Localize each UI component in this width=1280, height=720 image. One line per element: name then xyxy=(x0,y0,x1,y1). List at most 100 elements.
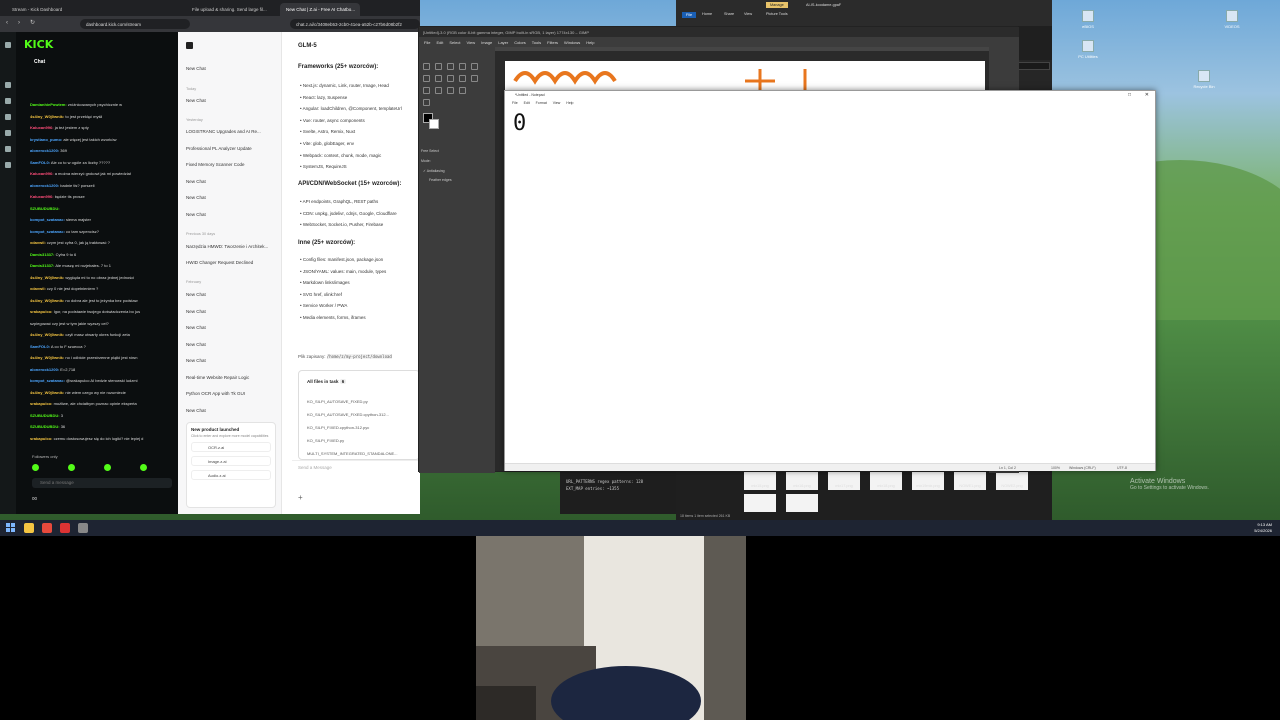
zai-message-box[interactable]: Send a Message + xyxy=(292,460,420,510)
start-button[interactable] xyxy=(6,523,16,533)
nav-icon[interactable] xyxy=(5,162,11,168)
browser-tab[interactable]: File upload & sharing. Send large fil... xyxy=(186,3,278,16)
nav-icon[interactable] xyxy=(5,82,11,88)
bucket-tool-icon[interactable] xyxy=(447,75,454,82)
sidebar-chat-item[interactable]: New Chat xyxy=(186,98,206,103)
zoom-tool-icon[interactable] xyxy=(423,99,430,106)
transform-tool-icon[interactable] xyxy=(423,75,430,82)
chat-username[interactable]: SZUBUDUBDU: xyxy=(30,413,60,418)
sidebar-chat-item[interactable]: Python OCR App with Tk GUI xyxy=(186,391,245,396)
chat-username[interactable]: 4s4iny_W0j0wnik: xyxy=(30,390,64,395)
sidebar-chat-item[interactable]: New Chat xyxy=(186,292,206,297)
nav-icon[interactable] xyxy=(5,114,11,120)
chat-username[interactable]: kompot_szatanac: xyxy=(30,217,65,222)
chat-username[interactable]: SZUBUDUBDU: xyxy=(30,424,60,429)
sidebar-chat-item[interactable]: Fixed Memory Scanner Code xyxy=(186,162,245,167)
product-link[interactable]: Audio.z.ai xyxy=(191,470,271,480)
browser-tab-active[interactable]: New Chat | Z.ai - Free AI Chatbo... xyxy=(280,3,360,16)
model-selector[interactable]: GLM-5 xyxy=(298,43,317,49)
message-input[interactable]: Send a Message xyxy=(298,465,332,470)
sidebar-chat-item[interactable]: HWID Changer Request Declined xyxy=(186,260,253,265)
sidebar-chat-item[interactable]: New Chat xyxy=(186,342,206,347)
chat-username[interactable]: SamFOL0: xyxy=(30,160,50,165)
chat-username[interactable]: kompot_szatanac: xyxy=(30,378,65,383)
ribbon-tab-view[interactable]: View xyxy=(744,12,752,16)
forward-icon[interactable]: › xyxy=(18,20,20,26)
chat-username[interactable]: srakapulco: xyxy=(30,309,52,314)
path-tool-icon[interactable] xyxy=(447,87,454,94)
chat-username[interactable]: Damis31337: xyxy=(30,263,54,268)
crop-tool-icon[interactable] xyxy=(471,63,478,70)
chat-username[interactable]: srakapulco: xyxy=(30,436,52,441)
gimp-menu-item[interactable]: Edit xyxy=(436,40,443,45)
text-tool-icon[interactable] xyxy=(459,87,466,94)
sidebar-chat-item[interactable]: Narzędzia HMWD: Tworzenie i Architek... xyxy=(186,244,268,249)
chat-username[interactable]: alonerock1200: xyxy=(30,367,59,372)
close-icon[interactable]: ✕ xyxy=(1145,92,1149,98)
gimp-menu-item[interactable]: View xyxy=(466,40,475,45)
chat-username[interactable]: alonerock1200: xyxy=(30,183,59,188)
clone-tool-icon[interactable] xyxy=(423,87,430,94)
ribbon-tab-home[interactable]: Home xyxy=(702,12,712,16)
gimp-menu-item[interactable]: Help xyxy=(586,40,594,45)
sidebar-chat-item[interactable]: New Chat xyxy=(186,195,206,200)
chat-username[interactable]: srakapulco: xyxy=(30,401,52,406)
brave-taskbar-icon[interactable] xyxy=(42,523,52,533)
sidebar-chat-item[interactable]: Real-time Website Repair Logic xyxy=(186,375,249,380)
system-clock[interactable]: 9:13 AM 5/24/2026 xyxy=(1254,522,1272,534)
desktop-icon[interactable]: eBIOS xyxy=(1076,10,1100,29)
chat-username[interactable]: SZUBUDUBDU: xyxy=(30,206,60,211)
select-tool-icon[interactable] xyxy=(435,63,442,70)
chrome-taskbar-icon[interactable] xyxy=(60,523,70,533)
app-taskbar-icon[interactable] xyxy=(78,523,88,533)
chat-username[interactable]: Damis31337: xyxy=(30,252,54,257)
eraser-icon[interactable] xyxy=(471,75,478,82)
notepad-menu-item[interactable]: View xyxy=(553,101,561,105)
file-explorer-taskbar-icon[interactable] xyxy=(24,523,34,533)
gimp-menu-item[interactable]: Colors xyxy=(514,40,526,45)
ribbon-tab-picture-tools[interactable]: Picture Tools xyxy=(766,12,788,16)
desktop-icon[interactable]: Recycle Bin xyxy=(1192,70,1216,89)
chat-username[interactable]: SamFOL0: xyxy=(30,344,50,349)
antialiasing-option[interactable]: ✓ Antialiasing xyxy=(423,169,445,173)
address-bar[interactable]: dashboard.kick.com/stream xyxy=(80,19,190,29)
nav-icon[interactable] xyxy=(5,146,11,152)
maximize-icon[interactable]: □ xyxy=(1128,92,1131,98)
thumbnail[interactable] xyxy=(786,494,818,512)
thumbnail[interactable] xyxy=(744,494,776,512)
gimp-menu-item[interactable]: Filters xyxy=(547,40,558,45)
reload-icon[interactable]: ↻ xyxy=(30,19,35,26)
sidebar-chat-item[interactable]: New Chat xyxy=(186,408,206,413)
paintbrush-icon[interactable] xyxy=(459,75,466,82)
product-launch-card[interactable]: New product launched Click to enter and … xyxy=(186,422,276,508)
fuzzy-select-icon[interactable] xyxy=(459,63,466,70)
menu-icon[interactable] xyxy=(5,42,11,48)
task-file[interactable]: KO_SILPI_FIXED.py xyxy=(307,438,344,443)
desktop-icon[interactable]: PC Utilities xyxy=(1076,40,1100,59)
notepad-menu-item[interactable]: File xyxy=(512,101,518,105)
emote-icon[interactable] xyxy=(104,464,111,471)
product-link[interactable]: OCR.z.ai xyxy=(191,442,271,452)
chat-username[interactable]: DamianhiePowiem: xyxy=(30,102,67,107)
sidebar-chat-item[interactable]: LOGISTRANC Upgrades and AI Re... xyxy=(186,129,261,134)
chat-username[interactable]: 4s4iny_W0j0wnik: xyxy=(30,275,64,280)
nav-icon[interactable] xyxy=(5,130,11,136)
task-file[interactable]: MULTI_SYSTEM_INTEGRATED_STANDALONE... xyxy=(307,451,397,456)
browser-tab[interactable]: Stream - Kick Dashboard xyxy=(6,3,88,16)
chat-username[interactable]: Kaluxan996: xyxy=(30,125,54,130)
gimp-menu-item[interactable]: Windows xyxy=(564,40,580,45)
emote-icon[interactable] xyxy=(32,464,39,471)
sidebar-chat-item[interactable]: New Chat xyxy=(186,179,206,184)
chat-username[interactable]: 4s4iny_W0j0wnik: xyxy=(30,355,64,360)
plus-icon[interactable]: + xyxy=(298,493,303,502)
new-chat-button[interactable]: New Chat xyxy=(186,66,206,71)
move-tool-icon[interactable] xyxy=(423,63,430,70)
sidebar-chat-item[interactable]: New Chat xyxy=(186,309,206,314)
chat-username[interactable]: krystiano_pumo: xyxy=(30,137,62,142)
task-file[interactable]: KO_SILPI_AUTOSAVE_FIXED.cpython-312... xyxy=(307,412,389,417)
task-file[interactable]: KO_SILPI_FIXED.cpython-312.pyc xyxy=(307,425,369,430)
sidebar-chat-item[interactable]: Professional PL Analyzer Update xyxy=(186,146,252,151)
lasso-tool-icon[interactable] xyxy=(447,63,454,70)
chat-username[interactable]: alonerock1200: xyxy=(30,148,59,153)
chat-username[interactable]: xdavwil: xyxy=(30,240,46,245)
